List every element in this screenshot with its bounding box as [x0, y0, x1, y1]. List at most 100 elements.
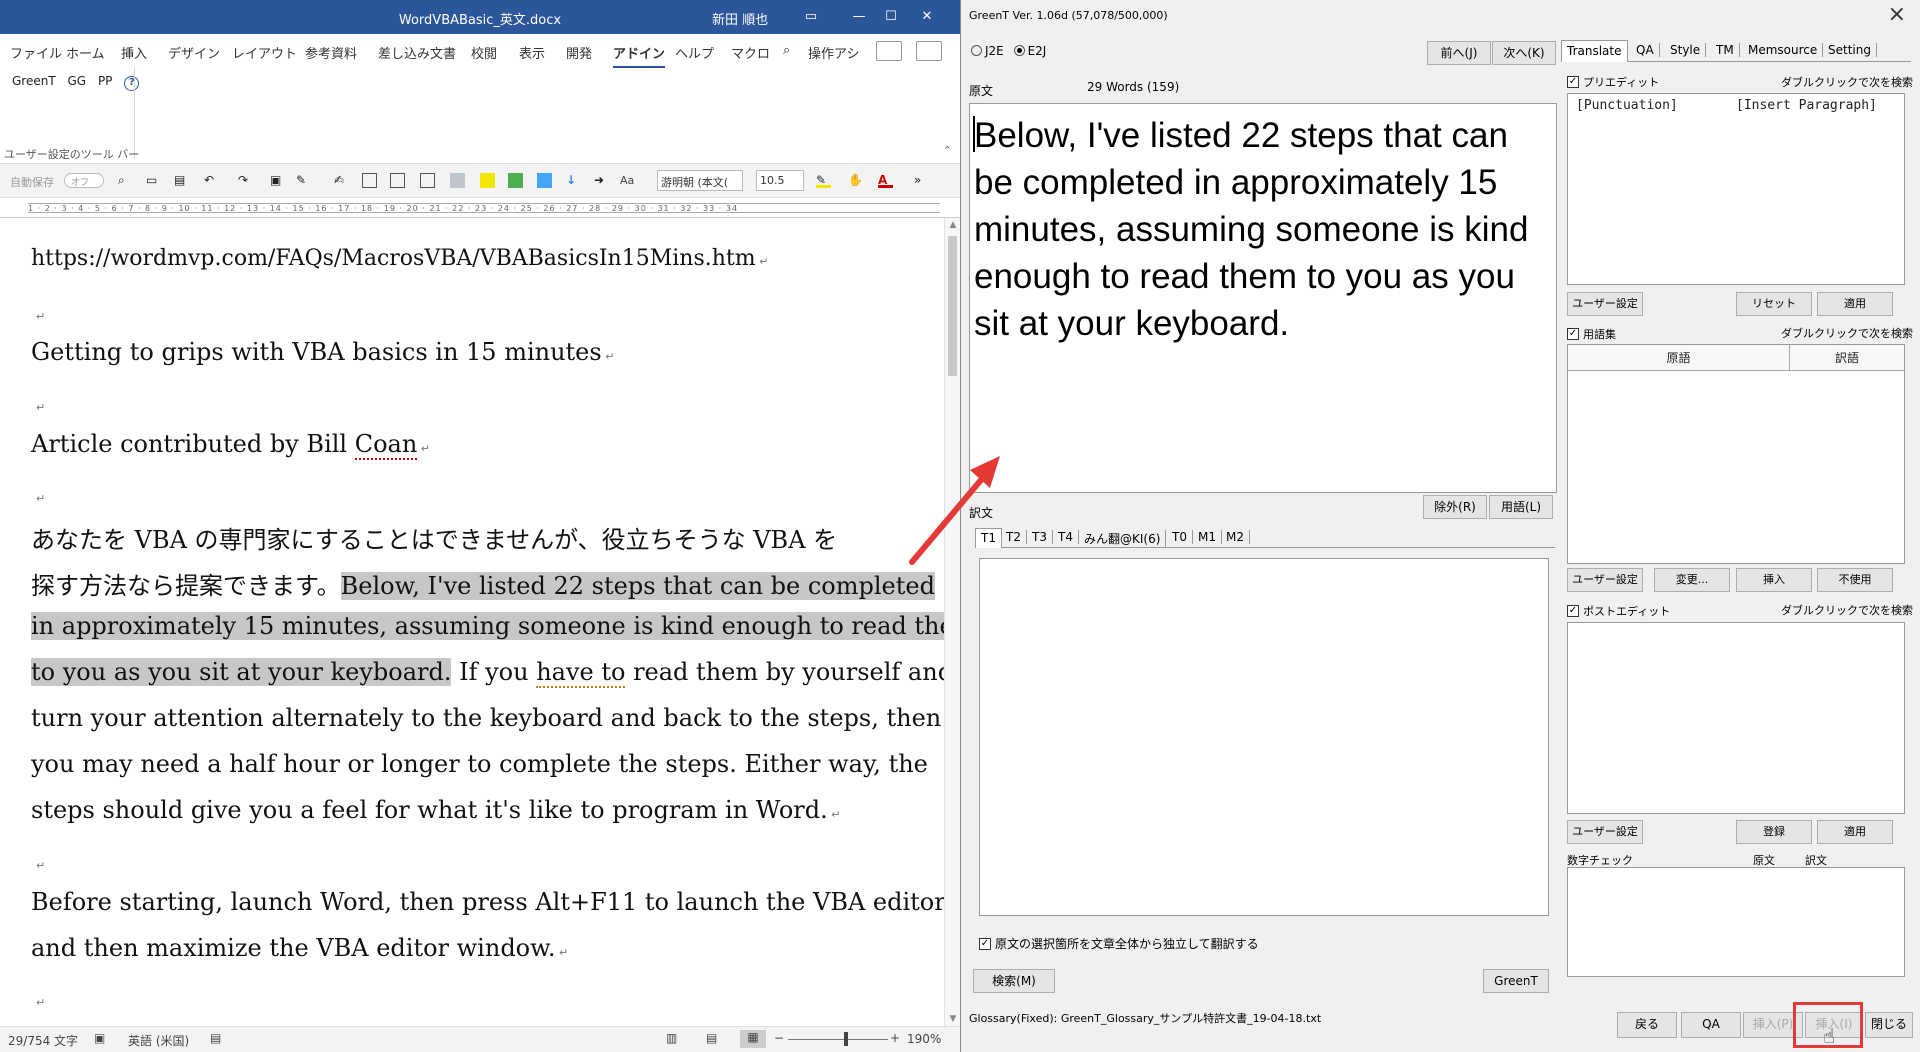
close-icon[interactable]: ×	[1888, 2, 1906, 27]
help-icon[interactable]: ?	[124, 76, 140, 91]
source-text-panel[interactable]: Below, I've listed 22 steps that can be …	[969, 103, 1557, 493]
glossary-unused-button[interactable]: 不使用	[1817, 568, 1893, 592]
tab-view[interactable]: 表示	[519, 43, 545, 62]
tab-setting[interactable]: Setting	[1823, 43, 1877, 57]
gray-highlight-icon[interactable]	[450, 173, 465, 188]
read-mode-icon[interactable]: ▥	[666, 1031, 677, 1045]
open-folder-icon[interactable]: ▭	[146, 173, 161, 188]
folder-icon[interactable]	[362, 173, 377, 188]
language[interactable]: 英語 (米国)	[128, 1032, 189, 1049]
preedit-list[interactable]: [Punctuation] [Insert Paragraph]	[1567, 93, 1905, 285]
autosave-toggle[interactable]: オフ	[64, 173, 104, 188]
preedit-rule-right[interactable]: [Insert Paragraph]	[1736, 98, 1877, 113]
postedit-list[interactable]	[1567, 622, 1905, 814]
format-painter-icon[interactable]: ✎	[296, 173, 311, 188]
tab-memsource[interactable]: Memsource	[1743, 43, 1824, 57]
tab-macro[interactable]: マクロ	[731, 43, 770, 62]
tab-tm[interactable]: TM	[1711, 43, 1740, 57]
minimize-icon[interactable]: —	[844, 6, 874, 28]
glossary-list[interactable]: 原語 訳語	[1567, 344, 1905, 564]
glossary-checkbox[interactable]: ✓	[1567, 328, 1579, 340]
tab-qa[interactable]: QA	[1631, 43, 1660, 57]
glossary-user-settings-button[interactable]: ユーザー設定	[1567, 568, 1643, 592]
engine-tab-minhon[interactable]: みん翻@KI(6)	[1079, 530, 1167, 547]
font-name-select[interactable]: 游明朝 (本文(	[657, 170, 743, 191]
engine-tab-t4[interactable]: T4	[1053, 530, 1079, 544]
engine-tab-t1[interactable]: T1	[975, 528, 1002, 548]
engine-tab-m1[interactable]: M1	[1193, 530, 1222, 544]
engine-tab-m2[interactable]: M2	[1221, 530, 1250, 544]
macro-record-icon[interactable]: ▤	[210, 1031, 221, 1045]
numcheck-list[interactable]	[1567, 867, 1905, 977]
tab-help[interactable]: ヘルプ	[675, 43, 714, 62]
postedit-checkbox[interactable]: ✓	[1567, 605, 1579, 617]
scroll-down-icon[interactable]: ▼	[945, 1014, 961, 1024]
zoom-slider-thumb[interactable]	[844, 1032, 848, 1046]
close-button[interactable]: 閉じる	[1865, 1012, 1913, 1038]
independent-checkbox[interactable]: ✓	[979, 937, 991, 950]
tab-home[interactable]: ホーム	[66, 43, 105, 62]
document-icon[interactable]	[390, 173, 405, 188]
tab-addins[interactable]: アドイン	[613, 43, 666, 68]
terms-button[interactable]: 用語(L)	[1489, 495, 1553, 519]
user-name[interactable]: 新田 順也	[712, 9, 768, 28]
glossary-insert-button[interactable]: 挿入	[1736, 568, 1812, 592]
gg-button[interactable]: GG	[68, 74, 87, 88]
ribbon-display-icon[interactable]: ▭	[796, 6, 826, 28]
radio-j2e[interactable]	[971, 45, 982, 56]
prev-button[interactable]: 前へ(J)	[1427, 41, 1491, 65]
navigate-icon[interactable]: ➜	[594, 173, 609, 188]
proofing-icon[interactable]: ▣	[94, 1031, 105, 1045]
zoom-slider[interactable]	[788, 1039, 888, 1040]
tab-style[interactable]: Style	[1665, 43, 1707, 57]
insert-picture-icon[interactable]: ▣	[270, 173, 285, 188]
preedit-user-settings-button[interactable]: ユーザー設定	[1567, 292, 1643, 316]
undo-icon[interactable]: ↶	[204, 173, 219, 188]
comments-icon[interactable]	[916, 41, 942, 61]
tab-references[interactable]: 参考資料	[305, 43, 357, 62]
tab-layout[interactable]: レイアウト	[232, 43, 297, 62]
qa-button[interactable]: QA	[1681, 1012, 1741, 1038]
change-case-button[interactable]: Aa	[620, 174, 634, 187]
doc-url[interactable]: https://wordmvp.com/FAQs/MacrosVBA/VBABa…	[31, 246, 756, 271]
collapse-ribbon-icon[interactable]: ⌃	[943, 144, 952, 157]
down-arrow-icon[interactable]: ↓	[566, 173, 581, 188]
tab-developer[interactable]: 開発	[566, 43, 592, 62]
postedit-apply-button[interactable]: 適用	[1817, 820, 1893, 844]
glossary-col-target[interactable]: 訳語	[1790, 345, 1904, 371]
glossary-change-button[interactable]: 変更...	[1654, 568, 1730, 592]
text-highlight-icon[interactable]: ✎	[816, 173, 831, 188]
tab-file[interactable]: ファイル	[10, 43, 62, 62]
font-color-icon[interactable]: A	[878, 173, 893, 188]
greent-button[interactable]: GreenT	[1483, 969, 1549, 993]
document-body[interactable]: https://wordmvp.com/FAQs/MacrosVBA/VBABa…	[0, 218, 944, 1026]
source-text[interactable]: Below, I've listed 22 steps that can be …	[974, 112, 1544, 347]
engine-tab-t3[interactable]: T3	[1027, 530, 1053, 544]
pp-button[interactable]: PP	[98, 74, 112, 88]
print-layout-icon[interactable]: ▤	[706, 1031, 717, 1045]
tab-translate[interactable]: Translate	[1561, 40, 1628, 62]
font-size-select[interactable]: 10.5	[756, 170, 804, 191]
engine-tab-t0[interactable]: T0	[1167, 530, 1193, 544]
tab-insert[interactable]: 挿入	[121, 43, 147, 62]
zoom-in-icon[interactable]: +	[890, 1031, 900, 1045]
edit-icon[interactable]: ✍	[334, 173, 349, 188]
word-count[interactable]: 29/754 文字	[8, 1032, 78, 1049]
back-button[interactable]: 戻る	[1617, 1012, 1677, 1038]
print-preview-icon[interactable]: ▤	[174, 173, 189, 188]
find-icon[interactable]: ⌕	[118, 173, 133, 188]
preedit-reset-button[interactable]: リセット	[1736, 292, 1812, 316]
share-icon[interactable]	[876, 41, 902, 61]
yellow-highlight-icon[interactable]	[480, 173, 495, 188]
greent-button[interactable]: GreenT	[12, 74, 56, 88]
close-icon[interactable]: ✕	[912, 6, 942, 28]
radio-e2j[interactable]	[1013, 45, 1025, 56]
preedit-apply-button[interactable]: 適用	[1817, 292, 1893, 316]
hand-icon[interactable]: ✋	[848, 173, 863, 188]
web-layout-icon[interactable]: ▦	[740, 1030, 766, 1048]
blue-highlight-icon[interactable]	[537, 173, 552, 188]
exclude-button[interactable]: 除外(R)	[1423, 495, 1487, 519]
scroll-up-icon[interactable]: ▲	[945, 220, 961, 230]
green-highlight-icon[interactable]	[508, 173, 523, 188]
tab-mailings[interactable]: 差し込み文書	[378, 43, 456, 62]
